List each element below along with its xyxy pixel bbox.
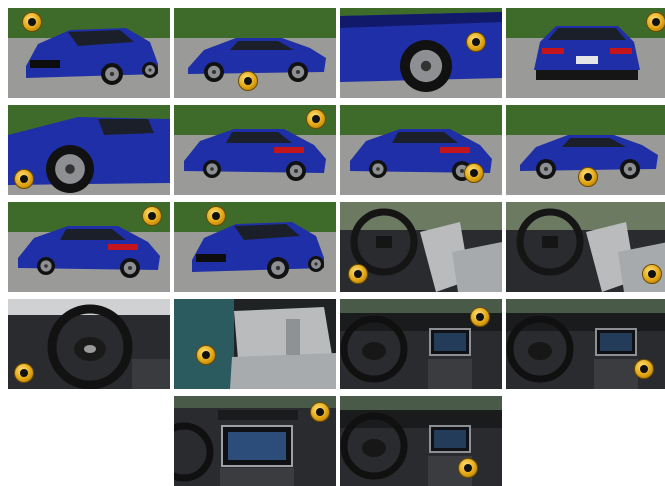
dealer-logo-icon [142, 206, 162, 226]
dealer-logo-icon [646, 12, 665, 32]
photo-front-quarter-2[interactable] [174, 202, 336, 292]
photo-rear-seat[interactable] [174, 299, 336, 389]
dealer-logo-icon [466, 32, 486, 52]
photo-front-quarter[interactable] [8, 8, 170, 98]
photo-front-fender[interactable] [8, 105, 170, 195]
photo-center-console[interactable] [506, 299, 665, 389]
photo-driver-seat-2[interactable] [506, 202, 665, 292]
dealer-logo-icon [306, 109, 326, 129]
dealer-logo-icon [22, 12, 42, 32]
dealer-logo-icon [196, 345, 216, 365]
ext-front-image [174, 202, 336, 292]
photo-rear-quarter[interactable] [174, 105, 336, 195]
dealer-logo-icon [642, 264, 662, 284]
dealer-logo-icon [14, 363, 34, 383]
int-dash-image [340, 396, 502, 486]
photo-rear-quarter-2[interactable] [8, 202, 170, 292]
ext-rear-image [506, 8, 665, 98]
dealer-logo-icon [458, 458, 478, 478]
photo-infotainment[interactable] [174, 396, 336, 486]
dealer-logo-icon [348, 264, 368, 284]
dealer-logo-icon [578, 167, 598, 187]
photo-dashboard[interactable] [340, 299, 502, 389]
int-seat-image [506, 202, 665, 292]
dealer-logo-icon [14, 169, 34, 189]
photo-side-profile[interactable] [174, 8, 336, 98]
dealer-logo-icon [310, 402, 330, 422]
dealer-logo-icon [464, 163, 484, 183]
photo-steering-wheel[interactable] [8, 299, 170, 389]
dealer-logo-icon [238, 71, 258, 91]
dealer-logo-icon [634, 359, 654, 379]
photo-driver-seat[interactable] [340, 202, 502, 292]
photo-rear[interactable] [506, 8, 665, 98]
photo-dashboard-wide[interactable] [340, 396, 502, 486]
photo-side-far[interactable] [506, 105, 665, 195]
dealer-logo-icon [206, 206, 226, 226]
ext-wheel-image [340, 8, 502, 98]
photo-wheel-closeup[interactable] [340, 8, 502, 98]
dealer-logo-icon [470, 307, 490, 327]
int-rear-image [174, 299, 336, 389]
photo-rear-left[interactable] [340, 105, 502, 195]
